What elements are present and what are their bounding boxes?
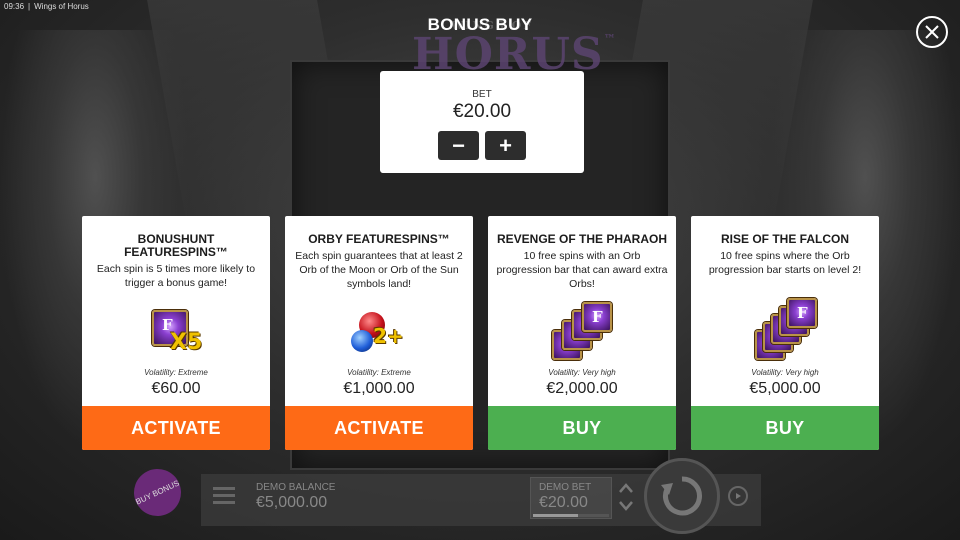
bonus-card-revenge-pharaoh: REVENGE OF THE PHARAOH 10 free spins wit… — [488, 216, 676, 450]
demo-bet-label: DEMO BET — [539, 482, 592, 493]
card-volatility: Volatility: Extreme — [144, 368, 208, 377]
bet-label: BET — [472, 89, 492, 100]
fs-x5-icon: X5 — [146, 302, 206, 364]
card-volatility: Volatility: Very high — [548, 368, 616, 377]
bet-increase-button[interactable]: + — [485, 131, 526, 160]
bet-selector: BET €20.00 − + — [380, 71, 584, 173]
card-title: RISE OF THE FALCON — [720, 232, 849, 246]
card-description: Each spin guarantees that at least 2 Orb… — [295, 250, 463, 290]
close-button[interactable] — [916, 16, 948, 48]
card-description: 10 free spins where the Orb progression … — [708, 250, 862, 276]
bonus-card-orby: ORBY FEATURESPINS™ Each spin guarantees … — [285, 216, 473, 450]
free-spins-stack-icon — [552, 302, 612, 364]
multiplier-text: X5 — [170, 330, 203, 355]
bonus-cards: BONUSHUNT FEATURESPINS™ Each spin is 5 t… — [82, 216, 881, 450]
card-price: €60.00 — [151, 380, 201, 397]
spin-icon — [661, 476, 702, 516]
bet-value: €20.00 — [452, 101, 512, 122]
status-separator: | — [28, 2, 31, 11]
bonus-card-bonushunt: BONUSHUNT FEATURESPINS™ Each spin is 5 t… — [82, 216, 270, 450]
card-price: €2,000.00 — [546, 380, 618, 397]
close-icon — [925, 25, 939, 39]
modal-title: BONUS BUY — [427, 15, 533, 34]
card-description: 10 free spins with an Orb progression ba… — [496, 250, 668, 290]
buy-button[interactable]: BUY — [691, 406, 879, 450]
demo-balance-label: DEMO BALANCE — [256, 482, 336, 493]
menu-icon[interactable] — [213, 487, 235, 505]
activate-button[interactable]: ACTIVATE — [82, 406, 270, 450]
spin-button[interactable] — [644, 458, 720, 534]
orbs-2plus-icon: 2+ — [349, 302, 409, 364]
card-price: €1,000.00 — [343, 380, 415, 397]
activate-button[interactable]: ACTIVATE — [285, 406, 473, 450]
orb-count-text: 2+ — [373, 324, 404, 348]
demo-balance-value: €5,000.00 — [256, 494, 328, 511]
demo-bet-value: €20.00 — [539, 494, 588, 511]
bet-controls: − + — [380, 131, 584, 160]
bet-decrease-button[interactable]: − — [438, 131, 479, 160]
buy-button[interactable]: BUY — [488, 406, 676, 450]
autoplay-button[interactable] — [728, 486, 748, 506]
card-title: BONUSHUNT FEATURESPINS™ — [124, 232, 228, 259]
chevron-down-icon[interactable] — [618, 500, 634, 512]
bonus-card-rise-falcon: RISE OF THE FALCON 10 free spins where t… — [691, 216, 879, 450]
card-description: Each spin is 5 times more likely to trig… — [96, 263, 256, 289]
card-title: REVENGE OF THE PHARAOH — [496, 232, 667, 246]
card-volatility: Volatility: Very high — [751, 368, 819, 377]
card-title: ORBY FEATURESPINS™ — [308, 232, 450, 246]
free-spins-stack-icon — [755, 298, 817, 364]
game-name: Wings of Horus — [34, 2, 89, 11]
clock-time: 09:36 — [4, 2, 25, 11]
chevron-up-icon[interactable] — [618, 482, 634, 494]
card-volatility: Volatility: Extreme — [347, 368, 411, 377]
demo-bet-level-bar — [533, 514, 609, 517]
card-price: €5,000.00 — [749, 380, 821, 397]
status-bar: 09:36 | Wings of Horus — [4, 2, 93, 11]
autoplay-icon — [736, 493, 741, 499]
